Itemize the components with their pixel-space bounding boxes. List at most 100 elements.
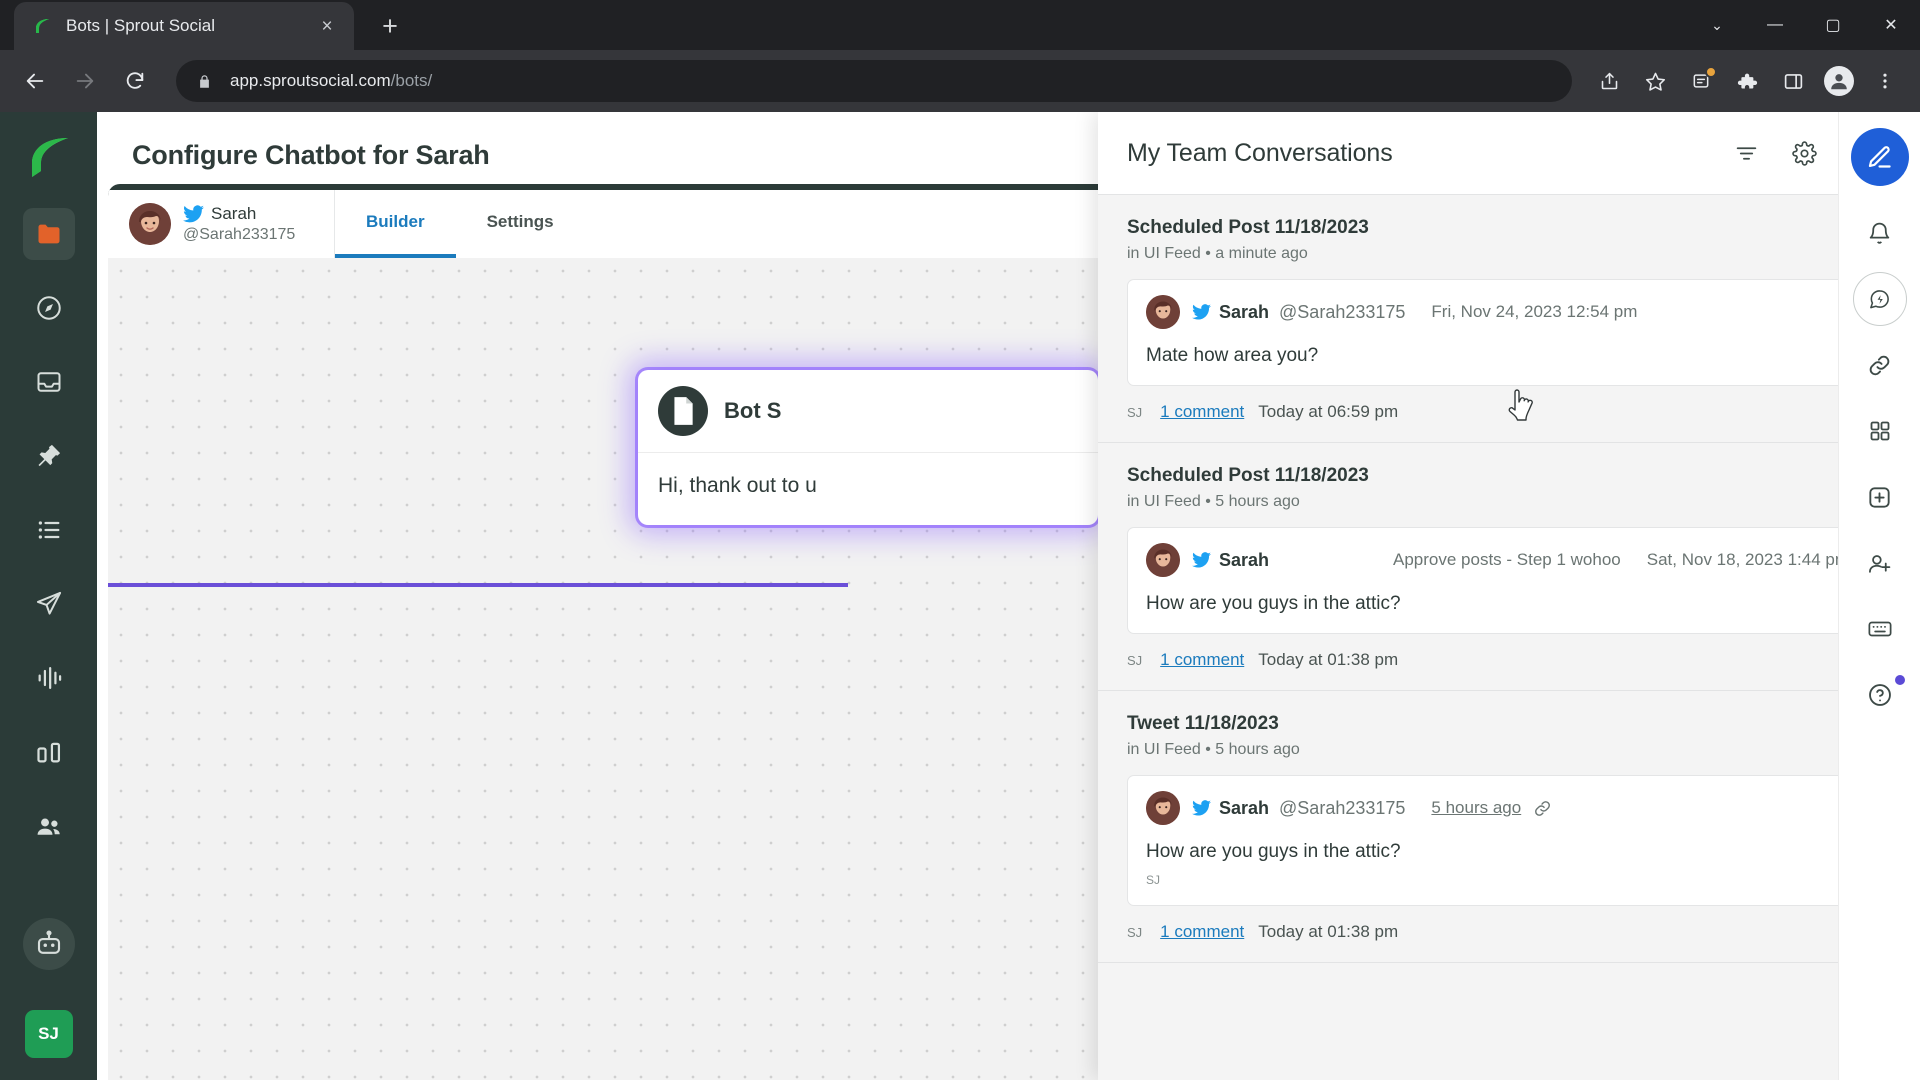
back-arrow-icon[interactable] <box>14 60 56 102</box>
message-author: Sarah <box>1219 301 1270 322</box>
sidebar-item-folder[interactable] <box>22 208 75 260</box>
avatar <box>1146 295 1180 329</box>
toolbar-icons <box>1584 60 1906 102</box>
keyboard-icon[interactable] <box>1853 602 1907 656</box>
sprout-leaf-icon <box>32 16 52 36</box>
add-person-icon[interactable] <box>1853 536 1907 590</box>
sidebar-item-listening[interactable] <box>23 652 75 704</box>
builder-tabs: Builder Settings <box>335 190 585 258</box>
comment-count-link[interactable]: 1 comment <box>1160 402 1244 422</box>
user-avatar-initials[interactable]: SJ <box>24 1010 73 1058</box>
add-plus-icon[interactable] <box>1853 470 1907 524</box>
address-bar[interactable]: app.sproutsocial.com/bots/ <box>176 60 1572 102</box>
list-item[interactable]: Tweet 11/18/2023 in UI Feed • 5 hours ag… <box>1098 691 1898 963</box>
reload-icon[interactable] <box>114 60 156 102</box>
conversation-footer: SJ 1 comment Today at 01:38 pm <box>1127 650 1868 670</box>
apps-grid-icon[interactable] <box>1853 404 1907 458</box>
message-header: Sarah Approve posts - Step 1 wohoo Sat, … <box>1146 543 1849 577</box>
gear-icon[interactable] <box>1782 131 1826 175</box>
bookmark-star-icon[interactable] <box>1634 60 1676 102</box>
message-handle: @Sarah233175 <box>1279 797 1406 818</box>
sidebar-item-compass[interactable] <box>23 282 75 334</box>
conversation-title: Tweet 11/18/2023 <box>1127 713 1279 734</box>
link-icon[interactable] <box>1853 338 1907 392</box>
comment-count-link[interactable]: 1 comment <box>1160 922 1244 942</box>
more-menu-icon[interactable] <box>1864 60 1906 102</box>
panel-body: Scheduled Post 11/18/2023 in UI Feed • a… <box>1098 194 1920 1080</box>
message-initials: SJ <box>1146 873 1161 887</box>
conversation-subtitle: in UI Feed • a minute ago <box>1127 245 1308 262</box>
browser-toolbar: app.sproutsocial.com/bots/ <box>0 50 1920 112</box>
bot-node-text: Hi, thank out to u <box>658 474 817 497</box>
side-panel-icon[interactable] <box>1772 60 1814 102</box>
sidebar-item-people[interactable] <box>23 800 75 852</box>
update-badge-dot <box>1705 66 1717 78</box>
window-controls: ⌄ — ▢ ✕ <box>1688 0 1920 50</box>
maximize-button[interactable]: ▢ <box>1804 0 1862 50</box>
bot-profile-names: Sarah @Sarah233175 <box>183 204 295 244</box>
message-timestamp: Sat, Nov 18, 2023 1:44 pm <box>1646 550 1849 569</box>
list-item[interactable]: Scheduled Post 11/18/2023 in UI Feed • 5… <box>1098 443 1898 691</box>
url-text: app.sproutsocial.com/bots/ <box>230 71 432 91</box>
new-tab-button[interactable]: + <box>370 6 410 46</box>
message-card[interactable]: Sarah @Sarah233175 Fri, Nov 24, 2023 12:… <box>1127 279 1868 386</box>
conversation-list: Scheduled Post 11/18/2023 in UI Feed • a… <box>1098 195 1920 1080</box>
browser-tab[interactable]: Bots | Sprout Social × <box>14 2 354 50</box>
comment-count-link[interactable]: 1 comment <box>1160 650 1244 670</box>
comment-timestamp: Today at 01:38 pm <box>1258 922 1399 941</box>
sprout-leaf-logo[interactable] <box>26 134 72 184</box>
bot-node-card[interactable]: Bot S Hi, thank out to u <box>638 370 1098 525</box>
list-item[interactable]: Scheduled Post 11/18/2023 in UI Feed • a… <box>1098 195 1898 443</box>
page-content: SJ Configure Chatbot for Sarah Sarah @Sa… <box>0 112 1920 1080</box>
help-question-icon[interactable] <box>1853 668 1907 722</box>
profile-avatar-icon[interactable] <box>1818 60 1860 102</box>
comment-timestamp: Today at 06:59 pm <box>1258 402 1399 421</box>
message-card[interactable]: Sarah @Sarah233175 5 hours ago How are y… <box>1127 775 1868 906</box>
message-timestamp-link[interactable]: 5 hours ago <box>1431 798 1521 818</box>
message-text: Mate how area you? <box>1146 345 1319 366</box>
document-icon <box>658 386 708 436</box>
share-icon[interactable] <box>1588 60 1630 102</box>
update-badge-icon[interactable] <box>1680 60 1722 102</box>
flow-connector-line <box>108 583 848 587</box>
forward-arrow-icon[interactable] <box>64 60 106 102</box>
minimize-button[interactable]: — <box>1746 0 1804 50</box>
bell-notification-icon[interactable] <box>1853 206 1907 260</box>
message-handle: @Sarah233175 <box>1279 301 1406 322</box>
conversation-footer: SJ 1 comment Today at 06:59 pm <box>1127 402 1868 422</box>
sidebar-item-list[interactable] <box>23 504 75 556</box>
bot-profile-handle: @Sarah233175 <box>183 226 296 243</box>
tab-builder[interactable]: Builder <box>335 190 456 258</box>
sidebar-item-publishing[interactable] <box>23 578 75 630</box>
message-approval-label: Approve posts - Step 1 wohoo <box>1393 550 1621 569</box>
sidebar-item-pin[interactable] <box>23 430 75 482</box>
feedback-bolt-icon[interactable] <box>1852 272 1907 326</box>
conversation-title: Scheduled Post 11/18/2023 <box>1127 465 1369 486</box>
lock-icon <box>194 73 214 90</box>
extension-puzzle-icon[interactable] <box>1726 60 1768 102</box>
sidebar-item-bots[interactable] <box>22 918 75 970</box>
panel-header: My Team Conversations <box>1098 112 1920 194</box>
tab-search-chevron-icon[interactable]: ⌄ <box>1688 0 1746 50</box>
compose-pencil-icon[interactable] <box>1850 128 1909 186</box>
tab-title: Bots | Sprout Social <box>66 16 215 35</box>
left-navigation-rail: SJ <box>0 112 97 1080</box>
close-window-button[interactable]: ✕ <box>1862 0 1920 50</box>
sidebar-item-inbox[interactable] <box>23 356 75 408</box>
message-header: Sarah @Sarah233175 Fri, Nov 24, 2023 12:… <box>1146 295 1849 329</box>
bot-profile[interactable]: Sarah @Sarah233175 <box>108 190 335 258</box>
message-header: Sarah @Sarah233175 5 hours ago <box>1146 791 1849 825</box>
close-icon[interactable]: × <box>314 13 340 39</box>
conversation-title: Scheduled Post 11/18/2023 <box>1127 217 1369 238</box>
commenter-initials: SJ <box>1127 652 1143 668</box>
message-card[interactable]: Sarah Approve posts - Step 1 wohoo Sat, … <box>1127 527 1868 634</box>
link-icon[interactable] <box>1533 799 1552 818</box>
filter-icon[interactable] <box>1724 131 1768 175</box>
conversation-footer: SJ 1 comment Today at 01:38 pm <box>1127 922 1868 942</box>
sidebar-item-reports[interactable] <box>23 726 75 778</box>
message-author: Sarah <box>1219 797 1270 818</box>
twitter-bird-icon <box>1192 800 1211 816</box>
avatar <box>1146 791 1180 825</box>
tab-settings[interactable]: Settings <box>456 190 585 258</box>
bot-profile-name: Sarah <box>211 204 257 223</box>
